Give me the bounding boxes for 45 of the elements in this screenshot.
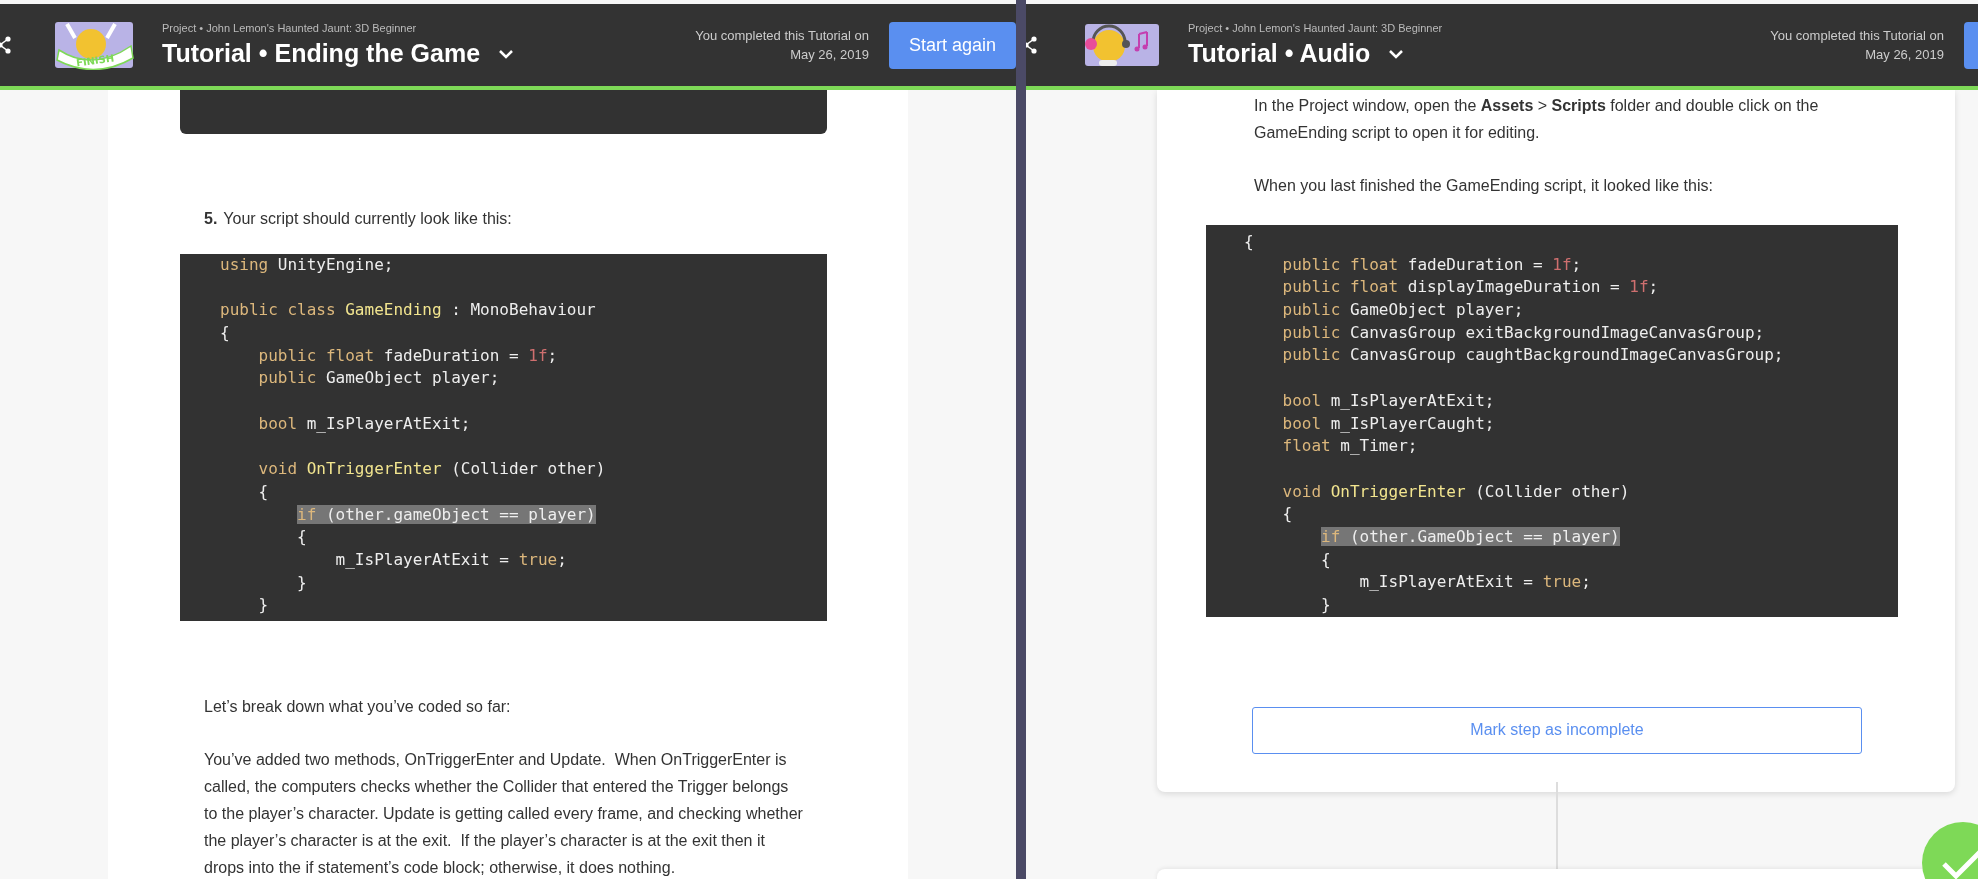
tutorial-title: Tutorial • Audio [1188, 39, 1371, 68]
code-line: { [257, 480, 270, 503]
completion-text: May 26, 2019 [1864, 46, 1944, 64]
project-breadcrumb[interactable]: Project • John Lemon's Haunted Jaunt: 3D Beginner [162, 22, 515, 34]
code-line: { [220, 322, 231, 345]
code-line: } [296, 571, 308, 594]
start-button[interactable] [1964, 21, 1978, 69]
code-line: float m_Timer; [1281, 435, 1419, 458]
paragraph-text: In the Project window, open the Assets > Scripts folder and double click on the GameEnding script to open it for editing. [1254, 96, 1820, 143]
code-line: m_IsPlayerAtExit = true; [1358, 571, 1592, 594]
code-line: { [1320, 548, 1332, 571]
code-line: public CanvasGroup caughtBackgroundImageCanvasGroup; [1281, 344, 1785, 367]
code-line: bool m_IsPlayerCaught; [1281, 412, 1496, 435]
code-line: public float fadeDuration = 1f; [257, 344, 559, 367]
code-line: public GameObject player; [257, 367, 501, 390]
chevron-down-icon[interactable] [1388, 48, 1405, 59]
step-text: 5. Your script should currently look like this: [204, 210, 513, 228]
completion-text: You completed this Tutorial on [695, 27, 869, 45]
code-line: bool m_IsPlayerAtExit; [1281, 389, 1496, 412]
code-line: public CanvasGroup exitBackgroundImageCanvasGroup; [1281, 321, 1766, 344]
chevron-down-icon[interactable] [498, 48, 515, 59]
code-line: public GameObject player; [1281, 299, 1525, 322]
tutorial-title: Tutorial • Ending the Game [162, 39, 481, 68]
code-line: bool m_IsPlayerAtExit; [257, 412, 472, 435]
completion-text: May 26, 2019 [789, 46, 869, 64]
code-line: } [257, 594, 270, 617]
finish-badge-icon: FINISH [53, 20, 135, 70]
paragraph-text: When you last finished the GameEnding script, it looked like this: [1254, 176, 1714, 196]
project-breadcrumb[interactable]: Project • John Lemon's Haunted Jaunt: 3D Beginner [1188, 22, 1443, 34]
share-icon[interactable] [1026, 36, 1037, 54]
code-line: } [1320, 594, 1332, 616]
code-line: void OnTriggerEnter (Collider other) [257, 458, 607, 481]
paragraph-text: You’ve added two methods, OnTriggerEnter and Update. When OnTriggerEnter is called, the computers checks whether the Collider that entered the Trigger belongs to the player’s character. Update is getting called every frame, and checking whether the player’s character is at the exit. If the player’s character is at the exit then it drops into the if statement’s code block; otherwise, it does nothing. [204, 750, 804, 878]
code-line: { [1281, 503, 1294, 526]
code-line: public class GameEnding : MonoBehaviour [220, 299, 597, 322]
code-line: { [1244, 231, 1255, 253]
code-line: public float displayImageDuration = 1f; [1281, 276, 1660, 299]
code-line: void OnTriggerEnter (Collider other) [1281, 480, 1631, 503]
share-icon[interactable] [0, 36, 11, 54]
code-line: using UnityEngine; [220, 254, 395, 276]
paragraph-text: Let’s break down what you’ve coded so far: [204, 697, 512, 717]
code-line: { [296, 526, 308, 549]
code-line: m_IsPlayerAtExit = true; [334, 548, 568, 571]
completion-text: You completed this Tutorial on [1770, 27, 1944, 45]
code-line: public float fadeDuration = 1f; [1281, 253, 1583, 276]
